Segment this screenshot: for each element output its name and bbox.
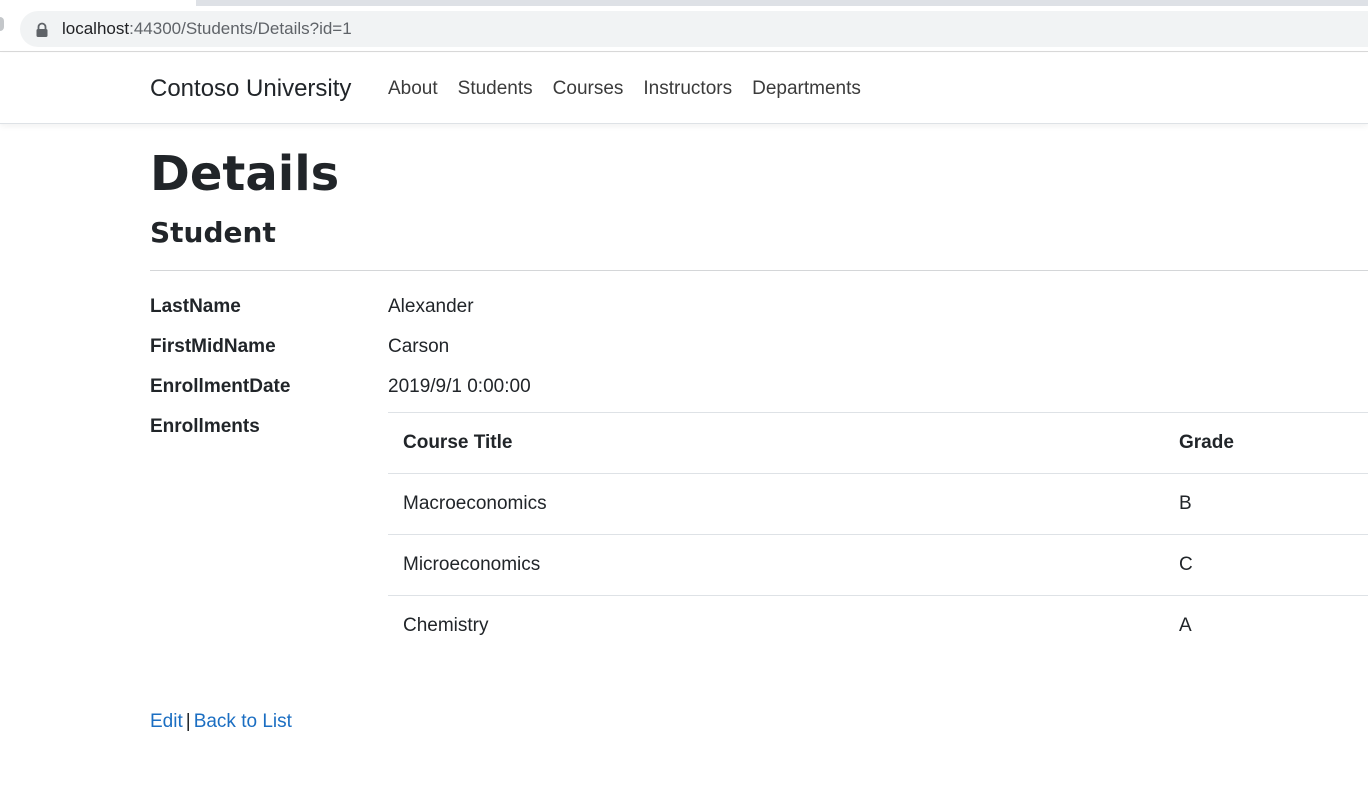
lock-icon[interactable] xyxy=(35,22,49,38)
table-row: Microeconomics C xyxy=(388,534,1368,596)
site-navbar: Contoso University About Students Course… xyxy=(0,53,1368,124)
nav-link-departments[interactable]: Departments xyxy=(752,78,861,100)
brand-link[interactable]: Contoso University xyxy=(150,75,351,103)
column-header-grade: Grade xyxy=(1164,412,1368,474)
nav-link-instructors[interactable]: Instructors xyxy=(643,78,732,100)
browser-toolbar: localhost:44300/Students/Details?id=1 xyxy=(0,6,1368,52)
table-row: Chemistry A xyxy=(388,595,1368,657)
edit-link[interactable]: Edit xyxy=(150,711,183,732)
page-subtitle: Student xyxy=(150,216,276,249)
course-title-cell: Microeconomics xyxy=(388,534,1164,596)
enrollment-date-label: EnrollmentDate xyxy=(150,376,291,397)
divider xyxy=(150,270,1368,271)
page-title: Details xyxy=(150,146,340,202)
address-bar[interactable]: localhost:44300/Students/Details?id=1 xyxy=(20,11,1368,47)
last-name-label: LastName xyxy=(150,296,241,317)
enrollments-table: Course Title Grade Macroeconomics B Micr… xyxy=(388,412,1368,657)
enrollment-date-value: 2019/9/1 0:00:00 xyxy=(388,376,531,397)
enrollments-label: Enrollments xyxy=(150,416,260,437)
address-url[interactable]: localhost:44300/Students/Details?id=1 xyxy=(62,19,352,39)
first-mid-name-label: FirstMidName xyxy=(150,336,276,357)
back-to-list-link[interactable]: Back to List xyxy=(194,711,292,732)
reload-button-edge[interactable] xyxy=(0,17,4,31)
column-header-course-title: Course Title xyxy=(388,412,1164,474)
course-title-cell: Chemistry xyxy=(388,595,1164,657)
url-path: :44300/Students/Details?id=1 xyxy=(129,19,352,38)
nav-link-courses[interactable]: Courses xyxy=(553,78,624,100)
action-links: Edit | Back to List xyxy=(150,711,292,733)
grade-cell: A xyxy=(1164,595,1368,657)
course-title-cell: Macroeconomics xyxy=(388,473,1164,535)
last-name-value: Alexander xyxy=(388,296,474,317)
nav-link-about[interactable]: About xyxy=(388,78,438,100)
nav-link-students[interactable]: Students xyxy=(458,78,533,100)
nav-links: About Students Courses Instructors Depar… xyxy=(388,78,861,100)
url-host: localhost xyxy=(62,19,130,38)
first-mid-name-value: Carson xyxy=(388,336,450,357)
link-separator: | xyxy=(185,711,191,732)
grade-cell: B xyxy=(1164,473,1368,535)
grade-cell: C xyxy=(1164,534,1368,596)
table-header-row: Course Title Grade xyxy=(388,412,1368,474)
table-row: Macroeconomics B xyxy=(388,473,1368,535)
